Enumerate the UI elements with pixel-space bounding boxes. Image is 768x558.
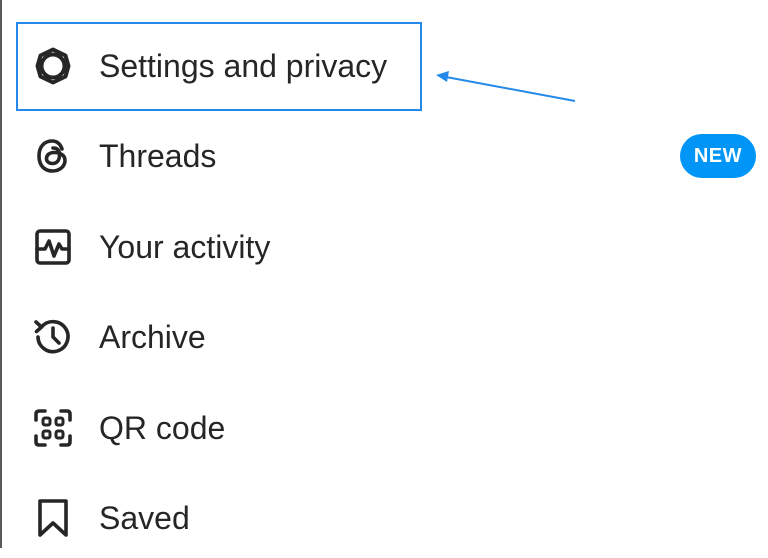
archive-icon	[32, 316, 74, 358]
menu-item-archive[interactable]: Archive	[16, 297, 756, 377]
menu-item-your-activity[interactable]: Your activity	[16, 207, 756, 287]
menu-item-label: Settings and privacy	[99, 48, 388, 84]
menu-item-threads[interactable]: Threads NEW	[16, 116, 756, 196]
qr-code-icon	[32, 407, 74, 449]
menu-item-label: Your activity	[99, 229, 271, 265]
gear-icon	[32, 45, 74, 87]
threads-icon	[32, 135, 74, 177]
activity-icon	[32, 226, 74, 268]
menu-item-label: Saved	[99, 500, 190, 536]
menu-item-settings-and-privacy[interactable]: Settings and privacy	[16, 26, 756, 106]
profile-menu: Settings and privacy Threads NEW Your ac…	[0, 0, 768, 548]
menu-item-saved[interactable]: Saved	[16, 478, 756, 558]
menu-item-label: QR code	[99, 410, 226, 446]
bookmark-icon	[32, 497, 74, 539]
menu-item-label: Threads	[99, 138, 217, 174]
menu-item-qr-code[interactable]: QR code	[16, 388, 756, 468]
new-badge: NEW	[679, 134, 756, 178]
menu-item-label: Archive	[99, 319, 206, 355]
